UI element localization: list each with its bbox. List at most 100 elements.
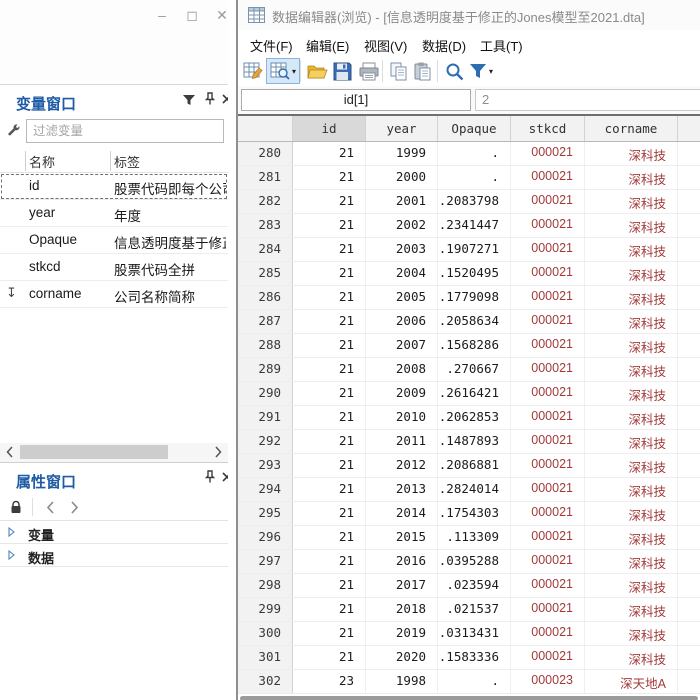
empty-cell[interactable] xyxy=(678,646,700,669)
opaque-cell[interactable]: .2341447 xyxy=(438,214,511,237)
stkcd-cell[interactable]: 000021 xyxy=(511,406,585,429)
row-number-cell[interactable]: 300 xyxy=(238,622,293,645)
dropdown-arrow-icon[interactable]: ▾ xyxy=(292,67,296,76)
paste-button[interactable] xyxy=(411,58,435,84)
corner-header-cell[interactable] xyxy=(238,116,293,141)
year-cell[interactable]: 1998 xyxy=(366,670,438,693)
row-number-cell[interactable]: 301 xyxy=(238,646,293,669)
row-number-cell[interactable]: 287 xyxy=(238,310,293,333)
corname-cell[interactable]: 深科技 xyxy=(585,526,678,549)
stkcd-cell[interactable]: 000021 xyxy=(511,550,585,573)
empty-cell[interactable] xyxy=(678,550,700,573)
pin-icon[interactable] xyxy=(203,92,219,108)
stkcd-cell[interactable]: 000021 xyxy=(511,622,585,645)
opaque-cell[interactable]: .1583336 xyxy=(438,646,511,669)
opaque-cell[interactable]: .2616421 xyxy=(438,382,511,405)
row-number-cell[interactable]: 292 xyxy=(238,430,293,453)
variable-row[interactable]: stkcd 股票代码全拼 xyxy=(0,254,228,281)
stkcd-cell[interactable]: 000021 xyxy=(511,646,585,669)
opaque-cell[interactable]: .2086881 xyxy=(438,454,511,477)
year-cell[interactable]: 1999 xyxy=(366,142,438,165)
pin-icon[interactable] xyxy=(203,470,219,486)
filter-icon[interactable] xyxy=(182,93,198,109)
corname-cell[interactable]: 深科技 xyxy=(585,406,678,429)
stkcd-cell[interactable]: 000021 xyxy=(511,142,585,165)
year-cell[interactable]: 2018 xyxy=(366,598,438,621)
year-cell[interactable]: 2020 xyxy=(366,646,438,669)
empty-cell[interactable] xyxy=(678,526,700,549)
stkcd-cell[interactable]: 000021 xyxy=(511,358,585,381)
id-cell[interactable]: 21 xyxy=(293,334,366,357)
column-header-label[interactable]: 标签 xyxy=(114,152,140,171)
empty-cell[interactable] xyxy=(678,262,700,285)
stkcd-cell[interactable]: 000021 xyxy=(511,478,585,501)
corname-cell[interactable]: 深科技 xyxy=(585,334,678,357)
corname-cell[interactable]: 深天地A xyxy=(585,670,678,693)
find-button[interactable] xyxy=(442,58,467,84)
year-cell[interactable]: 2006 xyxy=(366,310,438,333)
opaque-cell[interactable]: .1907271 xyxy=(438,238,511,261)
column-header-stkcd[interactable]: stkcd xyxy=(511,116,585,141)
row-number-cell[interactable]: 286 xyxy=(238,286,293,309)
stkcd-cell[interactable]: 000021 xyxy=(511,262,585,285)
menu-file[interactable]: 文件(F) xyxy=(244,34,299,57)
row-number-cell[interactable]: 302 xyxy=(238,670,293,693)
corname-cell[interactable]: 深科技 xyxy=(585,142,678,165)
copy-button[interactable] xyxy=(387,58,411,84)
stkcd-cell[interactable]: 000021 xyxy=(511,334,585,357)
column-header-year[interactable]: year xyxy=(366,116,438,141)
opaque-cell[interactable]: .2058634 xyxy=(438,310,511,333)
open-button[interactable] xyxy=(304,58,331,84)
opaque-cell[interactable]: .0395288 xyxy=(438,550,511,573)
row-number-cell[interactable]: 281 xyxy=(238,166,293,189)
row-number-cell[interactable]: 299 xyxy=(238,598,293,621)
expand-triangle-icon[interactable] xyxy=(8,527,15,537)
corname-cell[interactable]: 深科技 xyxy=(585,550,678,573)
next-variable-icon[interactable] xyxy=(64,498,84,518)
corname-cell[interactable]: 深科技 xyxy=(585,166,678,189)
id-cell[interactable]: 21 xyxy=(293,214,366,237)
row-number-cell[interactable]: 298 xyxy=(238,574,293,597)
year-cell[interactable]: 2011 xyxy=(366,430,438,453)
opaque-cell[interactable]: .1568286 xyxy=(438,334,511,357)
expand-triangle-icon[interactable] xyxy=(8,550,15,560)
corname-cell[interactable]: 深科技 xyxy=(585,310,678,333)
corname-cell[interactable]: 深科技 xyxy=(585,646,678,669)
stkcd-cell[interactable]: 000021 xyxy=(511,454,585,477)
stkcd-cell[interactable]: 000021 xyxy=(511,526,585,549)
row-number-cell[interactable]: 291 xyxy=(238,406,293,429)
properties-section-row[interactable]: 变量 xyxy=(0,521,228,544)
empty-cell[interactable] xyxy=(678,574,700,597)
empty-cell[interactable] xyxy=(678,622,700,645)
id-cell[interactable]: 21 xyxy=(293,358,366,381)
empty-cell[interactable] xyxy=(678,190,700,213)
row-number-cell[interactable]: 282 xyxy=(238,190,293,213)
properties-section-row[interactable]: 数据 xyxy=(0,544,228,567)
year-cell[interactable]: 2010 xyxy=(366,406,438,429)
menu-view[interactable]: 视图(V) xyxy=(358,34,413,57)
id-cell[interactable]: 23 xyxy=(293,670,366,693)
variable-row[interactable]: ↧ corname 公司名称简称 xyxy=(0,281,228,308)
year-cell[interactable]: 2003 xyxy=(366,238,438,261)
year-cell[interactable]: 2005 xyxy=(366,286,438,309)
empty-cell[interactable] xyxy=(678,406,700,429)
empty-cell[interactable] xyxy=(678,166,700,189)
cell-value-input[interactable]: 2 xyxy=(475,89,700,111)
id-cell[interactable]: 21 xyxy=(293,262,366,285)
row-number-cell[interactable]: 284 xyxy=(238,238,293,261)
scroll-right-icon[interactable] xyxy=(210,444,226,460)
stkcd-cell[interactable]: 000021 xyxy=(511,166,585,189)
row-number-cell[interactable]: 285 xyxy=(238,262,293,285)
opaque-cell[interactable]: .270667 xyxy=(438,358,511,381)
year-cell[interactable]: 2002 xyxy=(366,214,438,237)
opaque-cell[interactable]: .2824014 xyxy=(438,478,511,501)
corname-cell[interactable]: 深科技 xyxy=(585,238,678,261)
menu-data[interactable]: 数据(D) xyxy=(416,34,472,57)
corname-cell[interactable]: 深科技 xyxy=(585,454,678,477)
opaque-cell[interactable]: . xyxy=(438,166,511,189)
year-cell[interactable]: 2019 xyxy=(366,622,438,645)
cell-reference-input[interactable]: id[1] xyxy=(241,89,471,111)
opaque-cell[interactable]: .1487893 xyxy=(438,430,511,453)
id-cell[interactable]: 21 xyxy=(293,430,366,453)
corname-cell[interactable]: 深科技 xyxy=(585,502,678,525)
